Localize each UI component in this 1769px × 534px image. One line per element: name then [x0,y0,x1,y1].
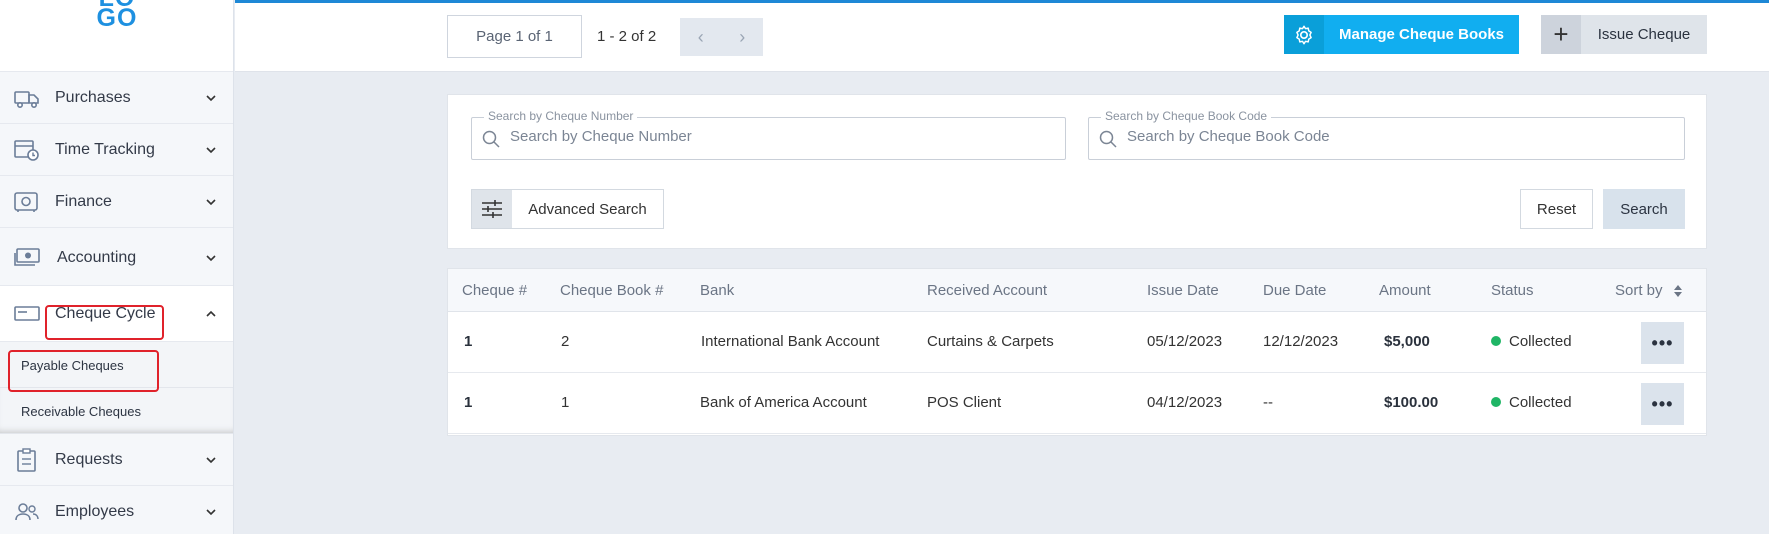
cheque-icon [14,306,40,321]
cell-received-account: Curtains & Carpets [927,333,1054,350]
sidebar: LO GO Purchases Time Tracking Finance Ac… [0,0,234,534]
cell-status: Collected [1491,333,1572,350]
sidebar-subitem-label: Payable Cheques [21,358,124,373]
sliders-icon [472,190,512,228]
chevron-down-icon [206,255,216,262]
search-icon [482,130,500,148]
sort-icon [1673,285,1682,298]
gear-icon [1284,15,1324,54]
sidebar-item-employees[interactable]: Employees [0,486,233,534]
chevron-down-icon [206,509,216,516]
calendar-clock-icon [14,140,39,161]
issue-cheque-button[interactable]: + Issue Cheque [1541,15,1707,54]
cell-bank: Bank of America Account [700,394,867,411]
search-button[interactable]: Search [1603,189,1685,229]
sidebar-item-finance[interactable]: Finance [0,176,233,228]
cell-issue-date: 05/12/2023 [1147,333,1223,350]
sidebar-item-label: Requests [55,451,123,468]
table-header: Cheque # Cheque Book # Bank Received Acc… [448,269,1706,312]
issue-cheque-label: Issue Cheque [1597,26,1691,43]
sort-by-control[interactable]: Sort by [1615,282,1683,299]
row-actions-button[interactable]: ••• [1641,322,1684,364]
cell-due-date: -- [1263,394,1273,411]
clipboard-icon [17,448,36,472]
sidebar-item-label: Finance [55,193,112,210]
status-dot-icon [1491,397,1501,407]
logo[interactable]: LO GO [93,0,141,31]
sidebar-item-accounting[interactable]: Accounting [0,228,233,286]
sidebar-item-label: Purchases [55,89,131,106]
sidebar-item-cheque-cycle[interactable]: Cheque Cycle [0,286,233,342]
cell-cheque-book: 2 [561,333,570,350]
users-icon [15,503,39,521]
prev-page-button[interactable]: ‹ [680,18,722,56]
cheque-book-code-legend: Search by Cheque Book Code [1101,109,1272,123]
chevron-down-icon [206,147,216,154]
column-header-received-account[interactable]: Received Account [927,282,1047,299]
sidebar-item-label: Cheque Cycle [55,305,156,322]
chevron-down-icon [206,199,216,206]
cell-status: Collected [1491,394,1572,411]
column-header-cheque-book[interactable]: Cheque Book # [560,282,663,299]
cell-cheque: 1 [464,333,473,350]
cell-cheque: 1 [464,394,473,411]
truck-icon [14,91,39,108]
table-row[interactable]: 1 2 International Bank Account Curtains … [448,312,1706,373]
advanced-search-label: Advanced Search [528,200,647,218]
cell-issue-date: 04/12/2023 [1147,394,1223,411]
column-header-issue-date[interactable]: Issue Date [1147,282,1219,299]
cheque-book-code-field: Search by Cheque Book Code [1088,109,1685,160]
sidebar-item-label: Time Tracking [55,141,155,158]
cheque-book-code-input[interactable] [1127,128,1603,145]
page-indicator[interactable]: Page 1 of 1 [447,15,582,58]
row-actions-button[interactable]: ••• [1641,383,1684,425]
search-icon [1099,130,1117,148]
sidebar-item-label: Accounting [57,249,137,266]
column-header-amount[interactable]: Amount [1379,282,1431,299]
status-badge: Collected [1509,394,1572,411]
advanced-search-button[interactable]: Advanced Search [471,189,664,229]
chevron-down-icon [206,457,216,464]
status-dot-icon [1491,336,1501,346]
column-header-cheque[interactable]: Cheque # [462,282,527,299]
sidebar-subitem-payable-cheques[interactable]: Payable Cheques [0,342,233,388]
cell-cheque-book: 1 [561,394,570,411]
next-page-button[interactable]: › [722,18,764,56]
reset-button[interactable]: Reset [1520,189,1593,229]
column-header-status[interactable]: Status [1491,282,1534,299]
manage-cheque-books-label: Manage Cheque Books [1338,26,1505,43]
cheque-number-field: Search by Cheque Number [471,109,1066,160]
top-toolbar: Page 1 of 1 1 - 2 of 2 ‹ › Manage Cheque… [235,0,1769,72]
sidebar-item-time-tracking[interactable]: Time Tracking [0,124,233,176]
pagination-controls: ‹ › [680,18,763,56]
sidebar-item-label: Employees [55,503,135,520]
chevron-down-icon [206,95,216,102]
sidebar-subitem-receivable-cheques[interactable]: Receivable Cheques [0,388,233,434]
table-row[interactable]: 1 1 Bank of America Account POS Client 0… [448,373,1706,434]
cell-amount: $100.00 [1384,394,1439,411]
manage-cheque-books-button[interactable]: Manage Cheque Books [1284,15,1519,54]
cell-received-account: POS Client [927,394,1002,411]
search-panel: Search by Cheque Number Search by Cheque… [447,94,1707,249]
cheque-number-legend: Search by Cheque Number [484,109,638,123]
sidebar-subitem-label: Receivable Cheques [21,404,141,419]
column-header-bank[interactable]: Bank [700,282,734,299]
column-header-due-date[interactable]: Due Date [1263,282,1326,299]
safe-icon [14,192,38,212]
cell-amount: $5,000 [1384,333,1430,350]
plus-icon: + [1541,15,1581,54]
chevron-up-icon [206,310,216,317]
cell-bank: International Bank Account [701,333,880,350]
sort-by-label: Sort by [1615,282,1663,299]
record-range: 1 - 2 of 2 [597,28,657,45]
cheques-table: Cheque # Cheque Book # Bank Received Acc… [447,268,1707,436]
sidebar-item-purchases[interactable]: Purchases [0,72,233,124]
sidebar-item-requests[interactable]: Requests [0,434,233,486]
logo-area: LO GO [0,0,233,72]
status-badge: Collected [1509,333,1572,350]
money-icon [14,248,40,266]
cheque-number-input[interactable] [510,128,985,145]
cell-due-date: 12/12/2023 [1263,333,1339,350]
